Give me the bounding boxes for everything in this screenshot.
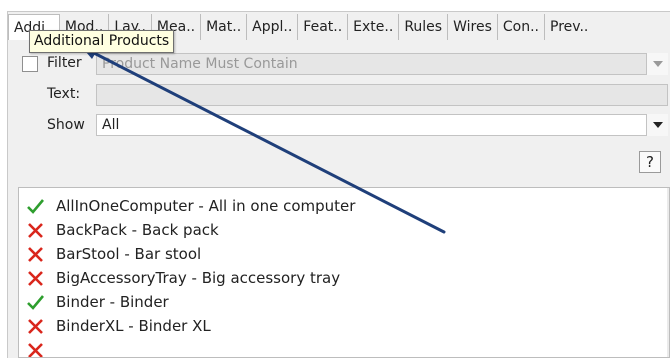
annotation-arrow-icon (80, 45, 446, 234)
tooltip: Additional Products (29, 30, 175, 53)
